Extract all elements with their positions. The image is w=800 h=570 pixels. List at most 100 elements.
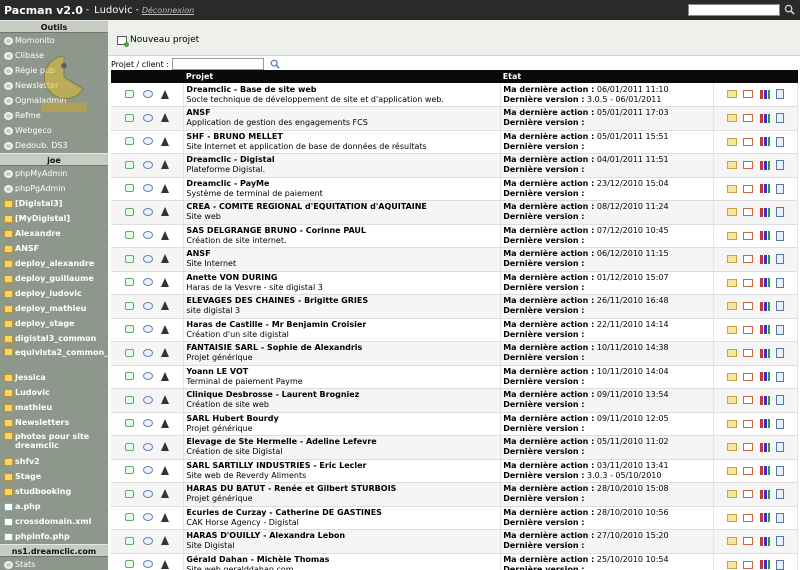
chart-icon[interactable] <box>759 231 770 240</box>
add-action-icon[interactable] <box>125 160 135 169</box>
sidebar-item[interactable]: Newsletters <box>0 415 108 430</box>
linux-icon[interactable] <box>161 254 170 264</box>
chart-icon[interactable] <box>759 466 770 475</box>
folder-open-icon[interactable] <box>726 466 737 475</box>
chart-icon[interactable] <box>759 442 770 452</box>
document-icon[interactable] <box>776 230 785 241</box>
sidebar-item[interactable]: Régie pub <box>0 63 108 78</box>
linux-icon[interactable] <box>161 136 170 146</box>
comment-icon[interactable] <box>142 301 153 310</box>
project-name[interactable]: Yoann LE VOT <box>186 367 248 376</box>
chart-icon[interactable] <box>759 348 770 358</box>
project-name[interactable]: Anette VON DURING <box>186 273 277 282</box>
sidebar-item[interactable]: phpMyAdmin <box>0 166 108 181</box>
project-name[interactable]: ANSF <box>186 108 210 117</box>
mail-icon[interactable] <box>743 372 754 381</box>
linux-icon[interactable] <box>161 512 170 522</box>
mail-icon[interactable] <box>743 231 754 240</box>
document-icon[interactable] <box>776 536 785 546</box>
add-action-icon[interactable] <box>125 254 135 263</box>
add-action-icon[interactable] <box>125 278 135 287</box>
add-action-icon[interactable] <box>125 113 135 122</box>
chart-icon[interactable] <box>759 89 770 99</box>
folder-open-icon[interactable] <box>726 325 737 334</box>
comment-icon[interactable] <box>142 419 153 428</box>
linux-icon[interactable] <box>161 395 170 405</box>
document-icon[interactable] <box>776 324 785 335</box>
project-name[interactable]: ELEVAGES DES CHAINES - Brigitte GRIES <box>186 296 368 305</box>
chart-icon[interactable] <box>759 560 770 569</box>
mail-icon[interactable] <box>743 137 754 146</box>
document-icon[interactable] <box>776 559 785 570</box>
add-action-icon[interactable] <box>125 184 135 193</box>
chart-icon[interactable] <box>759 325 770 334</box>
mail-icon[interactable] <box>743 114 754 122</box>
sidebar-item[interactable]: Clibase <box>0 48 108 63</box>
folder-open-icon[interactable] <box>726 184 737 193</box>
project-name[interactable]: Ecuries de Curzay - Catherine DE GASTINE… <box>186 508 382 517</box>
project-name[interactable]: Clinique Desbrosse - Laurent Brogniez <box>186 390 359 399</box>
document-icon[interactable] <box>776 160 785 170</box>
add-action-icon[interactable] <box>125 442 135 451</box>
linux-icon[interactable] <box>161 348 170 358</box>
folder-open-icon[interactable] <box>726 208 737 216</box>
mail-icon[interactable] <box>743 161 754 169</box>
folder-open-icon[interactable] <box>726 161 737 169</box>
mail-icon[interactable] <box>743 255 754 263</box>
comment-icon[interactable] <box>142 348 153 357</box>
chart-icon[interactable] <box>759 184 770 193</box>
document-icon[interactable] <box>776 89 785 100</box>
sidebar-item[interactable]: Momonito <box>0 33 108 48</box>
project-name[interactable]: Elevage de Ste Hermelle - Adeline Lefevr… <box>186 437 376 446</box>
new-project-button[interactable]: Nouveau projet <box>117 35 199 47</box>
sidebar-item[interactable]: [Digistal3] <box>0 196 108 211</box>
linux-icon[interactable] <box>161 160 170 170</box>
chart-icon[interactable] <box>759 513 770 522</box>
folder-open-icon[interactable] <box>726 231 737 240</box>
chart-icon[interactable] <box>759 137 770 146</box>
comment-icon[interactable] <box>142 395 153 404</box>
sidebar-item[interactable]: equivista2_common_data <box>0 346 108 370</box>
document-icon[interactable] <box>776 418 785 429</box>
comment-icon[interactable] <box>142 278 153 287</box>
chart-icon[interactable] <box>759 372 770 381</box>
project-name[interactable]: SARL SARTILLY INDUSTRIES - Eric Lecler <box>186 461 366 470</box>
sidebar-item[interactable]: a.php <box>0 499 108 514</box>
project-name[interactable]: Dreamclic - Base de site web <box>186 85 316 94</box>
comment-icon[interactable] <box>142 536 153 545</box>
linux-icon[interactable] <box>161 559 170 569</box>
sidebar-item[interactable]: deploy_guillaume <box>0 271 108 286</box>
chart-icon[interactable] <box>759 301 770 311</box>
mail-icon[interactable] <box>743 302 754 310</box>
sidebar-item[interactable]: Refme <box>0 108 108 123</box>
sidebar-item[interactable]: deploy_stage <box>0 316 108 331</box>
linux-icon[interactable] <box>161 324 170 334</box>
sidebar-item[interactable]: Webgeco <box>0 123 108 138</box>
sidebar-item[interactable]: phpPgAdmin <box>0 181 108 196</box>
linux-icon[interactable] <box>161 183 170 193</box>
mail-icon[interactable] <box>743 208 754 216</box>
project-name[interactable]: Dreamclic - PayMe <box>186 179 269 188</box>
sidebar-item[interactable]: phpinfo.php <box>0 529 108 544</box>
sidebar-item[interactable]: Stats <box>0 557 108 570</box>
document-icon[interactable] <box>776 207 785 217</box>
folder-open-icon[interactable] <box>726 349 737 357</box>
document-icon[interactable] <box>776 136 785 147</box>
project-name[interactable]: Gérald Dahan - Michèle Thomas <box>186 555 329 564</box>
mail-icon[interactable] <box>743 278 754 287</box>
project-name[interactable]: SARL Hubert Bourdy <box>186 414 278 423</box>
document-icon[interactable] <box>776 254 785 264</box>
comment-icon[interactable] <box>142 372 153 381</box>
document-icon[interactable] <box>776 371 785 382</box>
project-name[interactable]: Haras de Castille - Mr Benjamin Croisier <box>186 320 366 329</box>
mail-icon[interactable] <box>743 90 754 99</box>
add-action-icon[interactable] <box>125 489 135 498</box>
mail-icon[interactable] <box>743 490 754 498</box>
sidebar-item[interactable]: shfv2 <box>0 454 108 469</box>
document-icon[interactable] <box>776 113 785 123</box>
folder-open-icon[interactable] <box>726 90 737 99</box>
folder-open-icon[interactable] <box>726 114 737 122</box>
document-icon[interactable] <box>776 277 785 288</box>
chart-icon[interactable] <box>759 160 770 170</box>
mail-icon[interactable] <box>743 419 754 428</box>
